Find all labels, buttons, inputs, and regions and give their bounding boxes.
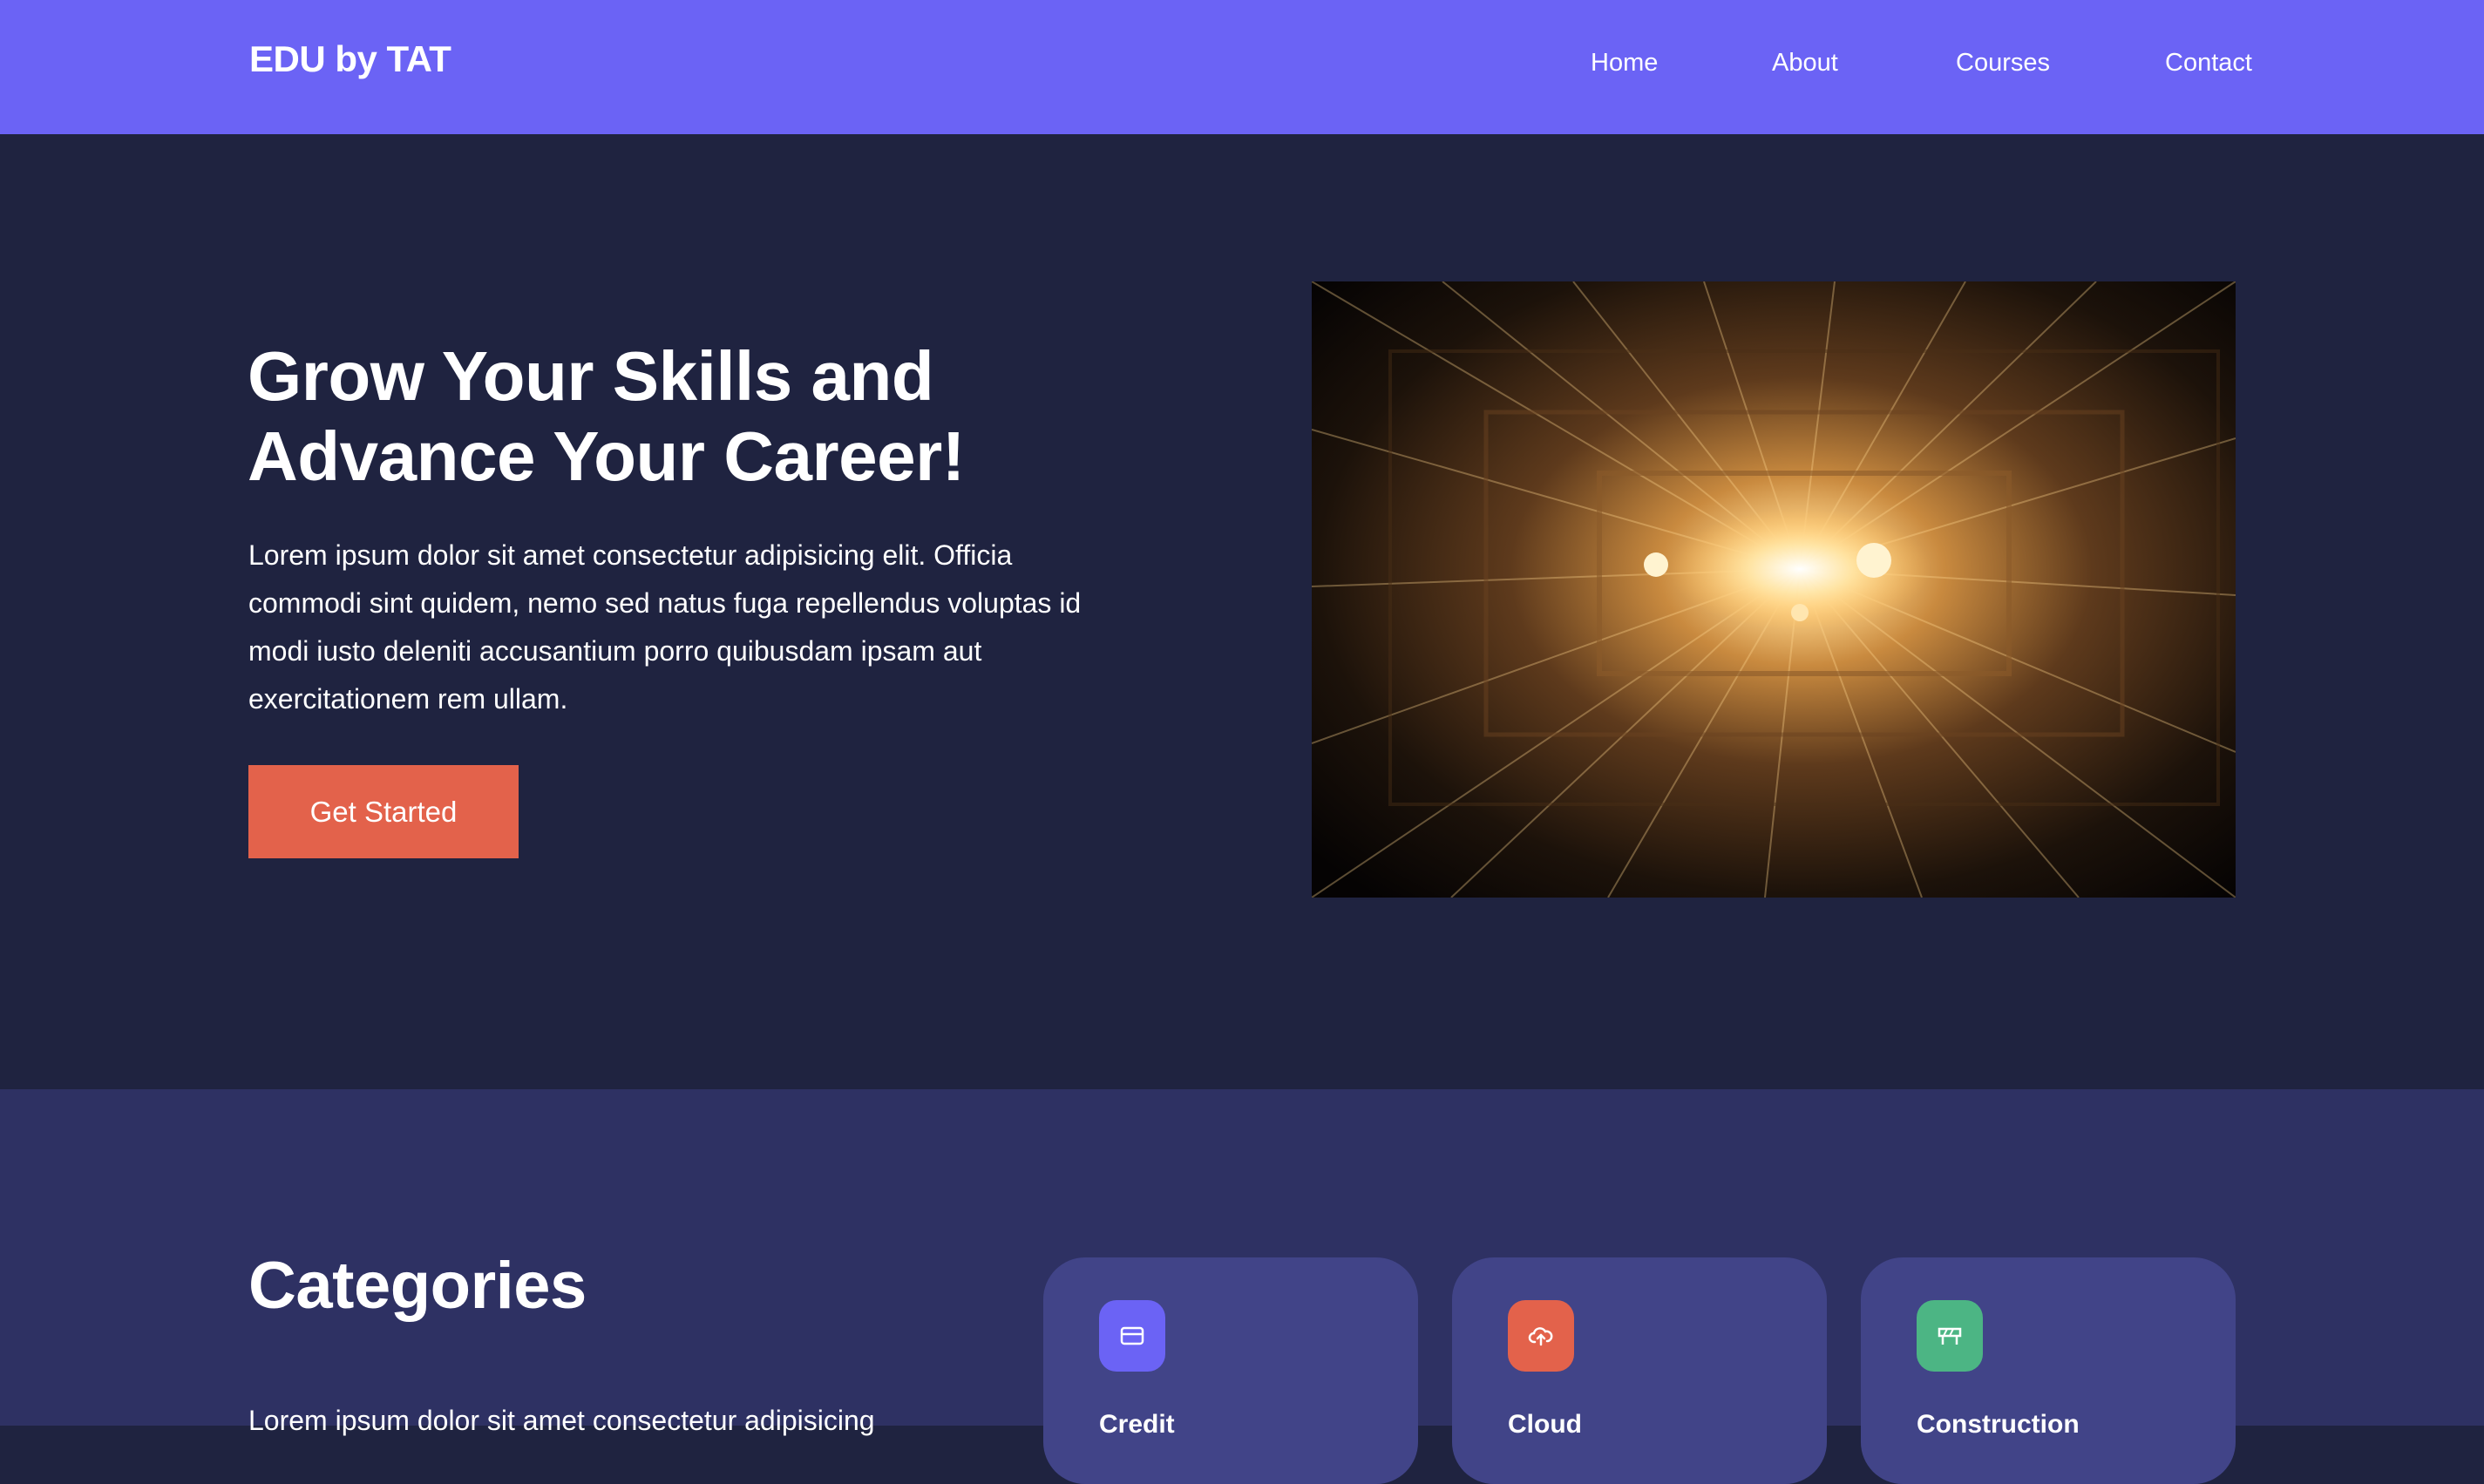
hero-title: Grow Your Skills and Advance Your Career… [248, 336, 1119, 497]
category-card-credit[interactable]: Credit [1043, 1257, 1418, 1484]
categories-title: Categories [248, 1249, 587, 1323]
hero-image [1312, 281, 2236, 898]
hero-title-line-2: Advance Your Career! [248, 417, 965, 495]
category-card-cloud[interactable]: Cloud [1452, 1257, 1827, 1484]
nav-link-about[interactable]: About [1772, 49, 1838, 78]
categories-description: Lorem ipsum dolor sit amet consectetur a… [248, 1405, 875, 1436]
hero-text-line-3: modi iusto deleniti accusantium porro qu… [248, 635, 982, 667]
category-label: Cloud [1508, 1410, 1582, 1439]
nav-link-home[interactable]: Home [1591, 49, 1658, 78]
navbar: EDU by TAT Home About Courses Contact [0, 0, 2484, 134]
brand-logo[interactable]: EDU by TAT [249, 38, 451, 80]
hero-title-line-1: Grow Your Skills and [248, 337, 934, 415]
hero-text-line-1: Lorem ipsum dolor sit amet consectetur a… [248, 539, 1013, 571]
nav-link-courses[interactable]: Courses [1956, 49, 2050, 78]
cloud-upload-icon [1508, 1300, 1574, 1372]
category-card-construction[interactable]: Construction [1861, 1257, 2236, 1484]
hero-text-line-2: commodi sint quidem, nemo sed natus fuga… [248, 587, 1082, 619]
nav-link-contact[interactable]: Contact [2165, 49, 2252, 78]
hero-text-line-4: exercitationem rem ullam. [248, 683, 568, 715]
road-barrier-icon [1917, 1300, 1983, 1372]
category-label: Construction [1917, 1410, 2080, 1439]
get-started-button[interactable]: Get Started [248, 765, 519, 858]
category-label: Credit [1099, 1410, 1175, 1439]
credit-card-icon [1099, 1300, 1165, 1372]
light-tunnel-image [1312, 281, 2236, 898]
hero-description: Lorem ipsum dolor sit amet consectetur a… [248, 532, 1172, 723]
